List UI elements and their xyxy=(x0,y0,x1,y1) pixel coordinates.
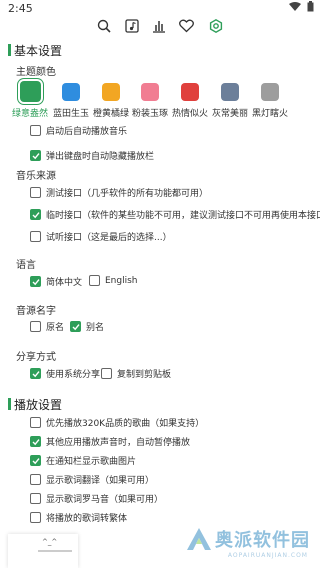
source-name-option[interactable]: 原名 xyxy=(30,320,64,333)
checkbox-unchecked-icon[interactable] xyxy=(30,321,41,332)
theme-name: 黑灯瞎火 xyxy=(251,109,288,119)
music-source-option-label: 测试接口（几乎软件的所有功能都可用） xyxy=(46,189,209,199)
checkbox-unchecked-icon[interactable] xyxy=(101,368,112,379)
playback-option[interactable]: 显示歌词翻译（如果可用） xyxy=(30,473,154,486)
share-option-label: 复制到剪贴板 xyxy=(117,370,172,380)
language-option-label: English xyxy=(105,275,138,286)
music-source-option[interactable]: 临时接口（软件的某些功能不可用，建议测试接口不可用再使用本接口） xyxy=(30,208,320,221)
playback-option-label: 显示歌词翻译（如果可用） xyxy=(46,476,155,486)
language-option[interactable]: English xyxy=(89,275,138,286)
share-option[interactable]: 复制到剪贴板 xyxy=(101,367,171,380)
checkbox-unchecked-icon[interactable] xyxy=(30,231,41,242)
checkbox-checked-icon[interactable] xyxy=(30,455,41,466)
basic-option[interactable]: 弹出键盘时自动隐藏播放栏 xyxy=(30,149,154,162)
share-option-label: 使用系统分享 xyxy=(46,370,101,380)
section-marker xyxy=(8,44,11,56)
theme-swatch[interactable] xyxy=(221,83,239,101)
checkbox-unchecked-icon[interactable] xyxy=(30,512,41,523)
checkbox-checked-icon[interactable] xyxy=(30,209,41,220)
basic-option[interactable]: 启动后自动播放音乐 xyxy=(30,124,127,137)
language-option-label: 简体中文 xyxy=(46,278,83,288)
theme-swatch[interactable] xyxy=(62,83,80,101)
theme-name: 粉装玉琢 xyxy=(131,109,168,119)
playback-option[interactable]: 优先播放320K品质的歌曲（如果支持） xyxy=(30,416,204,429)
share-label: 分享方式 xyxy=(16,352,56,363)
theme-name: 绿意盎然 xyxy=(11,109,48,119)
theme-option[interactable]: 灰常美丽 xyxy=(211,83,249,119)
source-name-option[interactable]: 别名 xyxy=(70,320,104,333)
checkbox-unchecked-icon[interactable] xyxy=(30,125,41,136)
checkbox-checked-icon[interactable] xyxy=(70,321,81,332)
top-toolbar xyxy=(0,16,320,36)
basic-option-label: 弹出键盘时自动隐藏播放栏 xyxy=(46,152,155,162)
theme-swatch[interactable] xyxy=(261,83,279,101)
theme-swatch[interactable] xyxy=(141,83,159,101)
checkbox-checked-icon[interactable] xyxy=(30,368,41,379)
theme-color-label: 主题颜色 xyxy=(16,67,56,78)
playback-option[interactable]: 在通知栏显示歌曲图片 xyxy=(30,454,136,467)
playback-option-label: 显示歌词罗马音（如果可用） xyxy=(46,495,164,505)
playback-option[interactable]: 显示歌词罗马音（如果可用） xyxy=(30,492,163,505)
checkbox-unchecked-icon[interactable] xyxy=(89,275,100,286)
checkbox-unchecked-icon[interactable] xyxy=(30,474,41,485)
playback-settings-title: 播放设置 xyxy=(14,398,63,412)
player-text: ^_^ xyxy=(42,538,58,546)
music-source-option-label: 临时接口（软件的某些功能不可用，建议测试接口不可用再使用本接口） xyxy=(46,211,320,221)
theme-swatch[interactable] xyxy=(181,83,199,101)
watermark: 奥派软件园 xyxy=(185,526,310,552)
battery-icon xyxy=(307,1,314,12)
source-name-option-label: 原名 xyxy=(46,323,65,333)
source-name-label: 音源名字 xyxy=(16,306,56,317)
theme-swatch[interactable] xyxy=(19,81,41,102)
status-icons xyxy=(289,1,314,12)
theme-option[interactable]: 绿意盎然 xyxy=(11,81,49,119)
music-source-label: 音乐来源 xyxy=(16,171,56,182)
theme-option[interactable]: 粉装玉琢 xyxy=(131,83,169,119)
player-progress xyxy=(38,550,72,552)
language-label: 语言 xyxy=(16,260,36,271)
theme-option[interactable]: 蓝田生玉 xyxy=(52,83,90,119)
playback-option-label: 将播放的歌词转繁体 xyxy=(46,514,128,524)
status-time: 2:45 xyxy=(8,2,33,15)
wifi-icon xyxy=(289,1,301,11)
checkbox-checked-icon[interactable] xyxy=(30,436,41,447)
basic-option-label: 启动后自动播放音乐 xyxy=(46,127,128,137)
music-source-option[interactable]: 试听接口（这是最后的选择...） xyxy=(30,230,172,243)
source-name-option-label: 别名 xyxy=(86,323,105,333)
checkbox-checked-icon[interactable] xyxy=(30,150,41,161)
basic-settings-title: 基本设置 xyxy=(14,44,63,58)
theme-name: 热情似火 xyxy=(171,109,208,119)
theme-option[interactable]: 黑灯瞎火 xyxy=(251,83,289,119)
checkbox-checked-icon[interactable] xyxy=(30,276,41,287)
search-icon[interactable] xyxy=(94,16,114,36)
watermark-logo-icon xyxy=(187,528,211,550)
checkbox-unchecked-icon[interactable] xyxy=(30,417,41,428)
music-source-option[interactable]: 测试接口（几乎软件的所有功能都可用） xyxy=(30,186,208,199)
playback-option[interactable]: 将播放的歌词转繁体 xyxy=(30,511,127,524)
theme-swatch[interactable] xyxy=(102,83,120,101)
watermark-text: 奥派软件园 xyxy=(215,530,310,551)
section-marker xyxy=(8,398,11,410)
chart-icon[interactable] xyxy=(149,16,169,36)
music-source-option-label: 试听接口（这是最后的选择...） xyxy=(46,233,172,243)
share-option[interactable]: 使用系统分享 xyxy=(30,367,100,380)
theme-option[interactable]: 热情似火 xyxy=(171,83,209,119)
playback-option[interactable]: 其他应用播放声音时，自动暂停播放 xyxy=(30,435,190,448)
settings-icon[interactable] xyxy=(206,16,226,36)
theme-name: 蓝田生玉 xyxy=(52,109,89,119)
theme-name: 橙黄橘绿 xyxy=(92,109,129,119)
theme-option[interactable]: 橙黄橘绿 xyxy=(92,83,130,119)
playback-option-label: 在通知栏显示歌曲图片 xyxy=(46,457,137,467)
theme-name: 灰常美丽 xyxy=(211,109,248,119)
playback-option-label: 优先播放320K品质的歌曲（如果支持） xyxy=(46,419,205,429)
heart-icon[interactable] xyxy=(176,16,196,36)
player-card[interactable]: ^_^ xyxy=(8,534,78,568)
checkbox-unchecked-icon[interactable] xyxy=(30,493,41,504)
watermark-subtext: AOPAIRUANJIAN.COM xyxy=(227,552,308,559)
language-option[interactable]: 简体中文 xyxy=(30,275,82,288)
checkbox-unchecked-icon[interactable] xyxy=(30,187,41,198)
playback-option-label: 其他应用播放声音时，自动暂停播放 xyxy=(46,438,191,448)
music-note-icon[interactable] xyxy=(122,16,142,36)
